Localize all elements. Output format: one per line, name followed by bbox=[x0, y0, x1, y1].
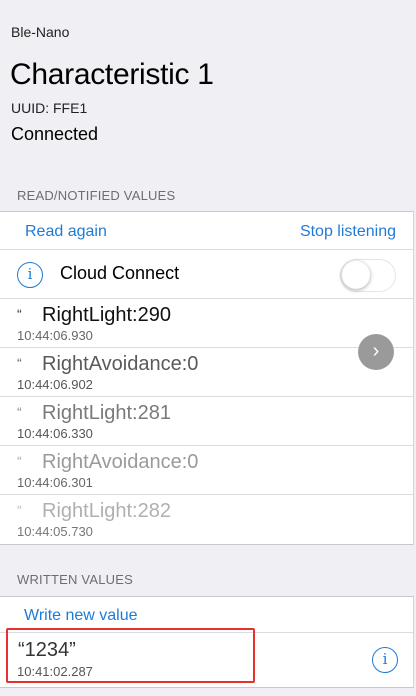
read-values-group: Read again Stop listening i Cloud Connec… bbox=[0, 211, 414, 545]
info-icon[interactable]: i bbox=[372, 647, 398, 673]
value-text: RightAvoidance:0 bbox=[42, 353, 199, 375]
stop-listening-button[interactable]: Stop listening bbox=[300, 223, 396, 241]
characteristic-header: Ble-Nano Characteristic 1 UUID: FFE1 Con… bbox=[0, 0, 416, 170]
value-timestamp: 10:44:05.730 bbox=[17, 524, 93, 539]
toggle-knob bbox=[342, 261, 370, 289]
cloud-connect-toggle[interactable] bbox=[340, 259, 396, 292]
cloud-connect-row: i Cloud Connect bbox=[0, 250, 413, 299]
value-timestamp: 10:44:06.330 bbox=[17, 426, 93, 441]
cloud-connect-label: Cloud Connect bbox=[60, 263, 180, 283]
value-row[interactable]: “ RightAvoidance:0 10:44:06.902 bbox=[0, 348, 413, 397]
value-row[interactable]: “ RightLight:290 10:44:06.930 bbox=[0, 299, 413, 348]
characteristic-title: Characteristic 1 bbox=[10, 58, 214, 91]
value-row[interactable]: “ RightLight:282 10:44:05.730 bbox=[0, 495, 413, 544]
quote-mark: “ bbox=[17, 404, 22, 420]
read-again-button[interactable]: Read again bbox=[25, 223, 107, 241]
uuid-label: UUID: FFE1 bbox=[11, 100, 88, 116]
chevron-right-icon[interactable]: › bbox=[358, 334, 394, 370]
info-icon[interactable]: i bbox=[17, 262, 43, 288]
read-actions-row: Read again Stop listening bbox=[0, 212, 413, 250]
value-text: RightLight:290 bbox=[42, 304, 171, 326]
value-timestamp: 10:44:06.930 bbox=[17, 328, 93, 343]
quote-mark: “ bbox=[17, 453, 22, 469]
quote-mark: “ bbox=[17, 502, 22, 518]
quote-mark: “ bbox=[17, 355, 22, 371]
value-text: RightAvoidance:0 bbox=[42, 451, 199, 473]
quote-mark: “ bbox=[17, 306, 22, 322]
value-text: RightLight:281 bbox=[42, 402, 171, 424]
value-text: RightLight:282 bbox=[42, 500, 171, 522]
value-timestamp: 10:44:06.902 bbox=[17, 377, 93, 392]
write-new-value-button[interactable]: Write new value bbox=[24, 607, 138, 625]
read-values-heading: READ/NOTIFIED VALUES bbox=[17, 188, 176, 203]
value-timestamp: 10:44:06.301 bbox=[17, 475, 93, 490]
connection-status: Connected bbox=[11, 124, 99, 144]
highlight-box bbox=[6, 628, 255, 683]
written-values-heading: WRITTEN VALUES bbox=[17, 572, 133, 587]
value-row[interactable]: “ RightLight:281 10:44:06.330 bbox=[0, 397, 413, 446]
value-row[interactable]: “ RightAvoidance:0 10:44:06.301 bbox=[0, 446, 413, 495]
device-name: Ble-Nano bbox=[11, 24, 70, 40]
